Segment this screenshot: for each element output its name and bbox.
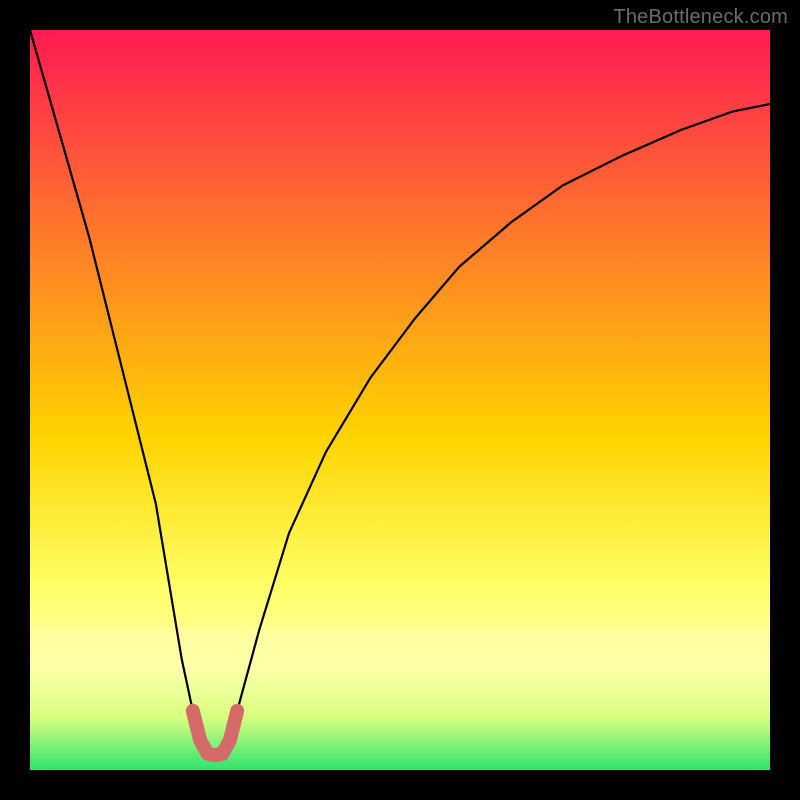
plot-area — [30, 30, 770, 770]
chart-svg — [30, 30, 770, 770]
watermark-label: TheBottleneck.com — [613, 6, 788, 29]
pale-band — [30, 628, 770, 672]
chart-frame: TheBottleneck.com — [0, 0, 800, 800]
